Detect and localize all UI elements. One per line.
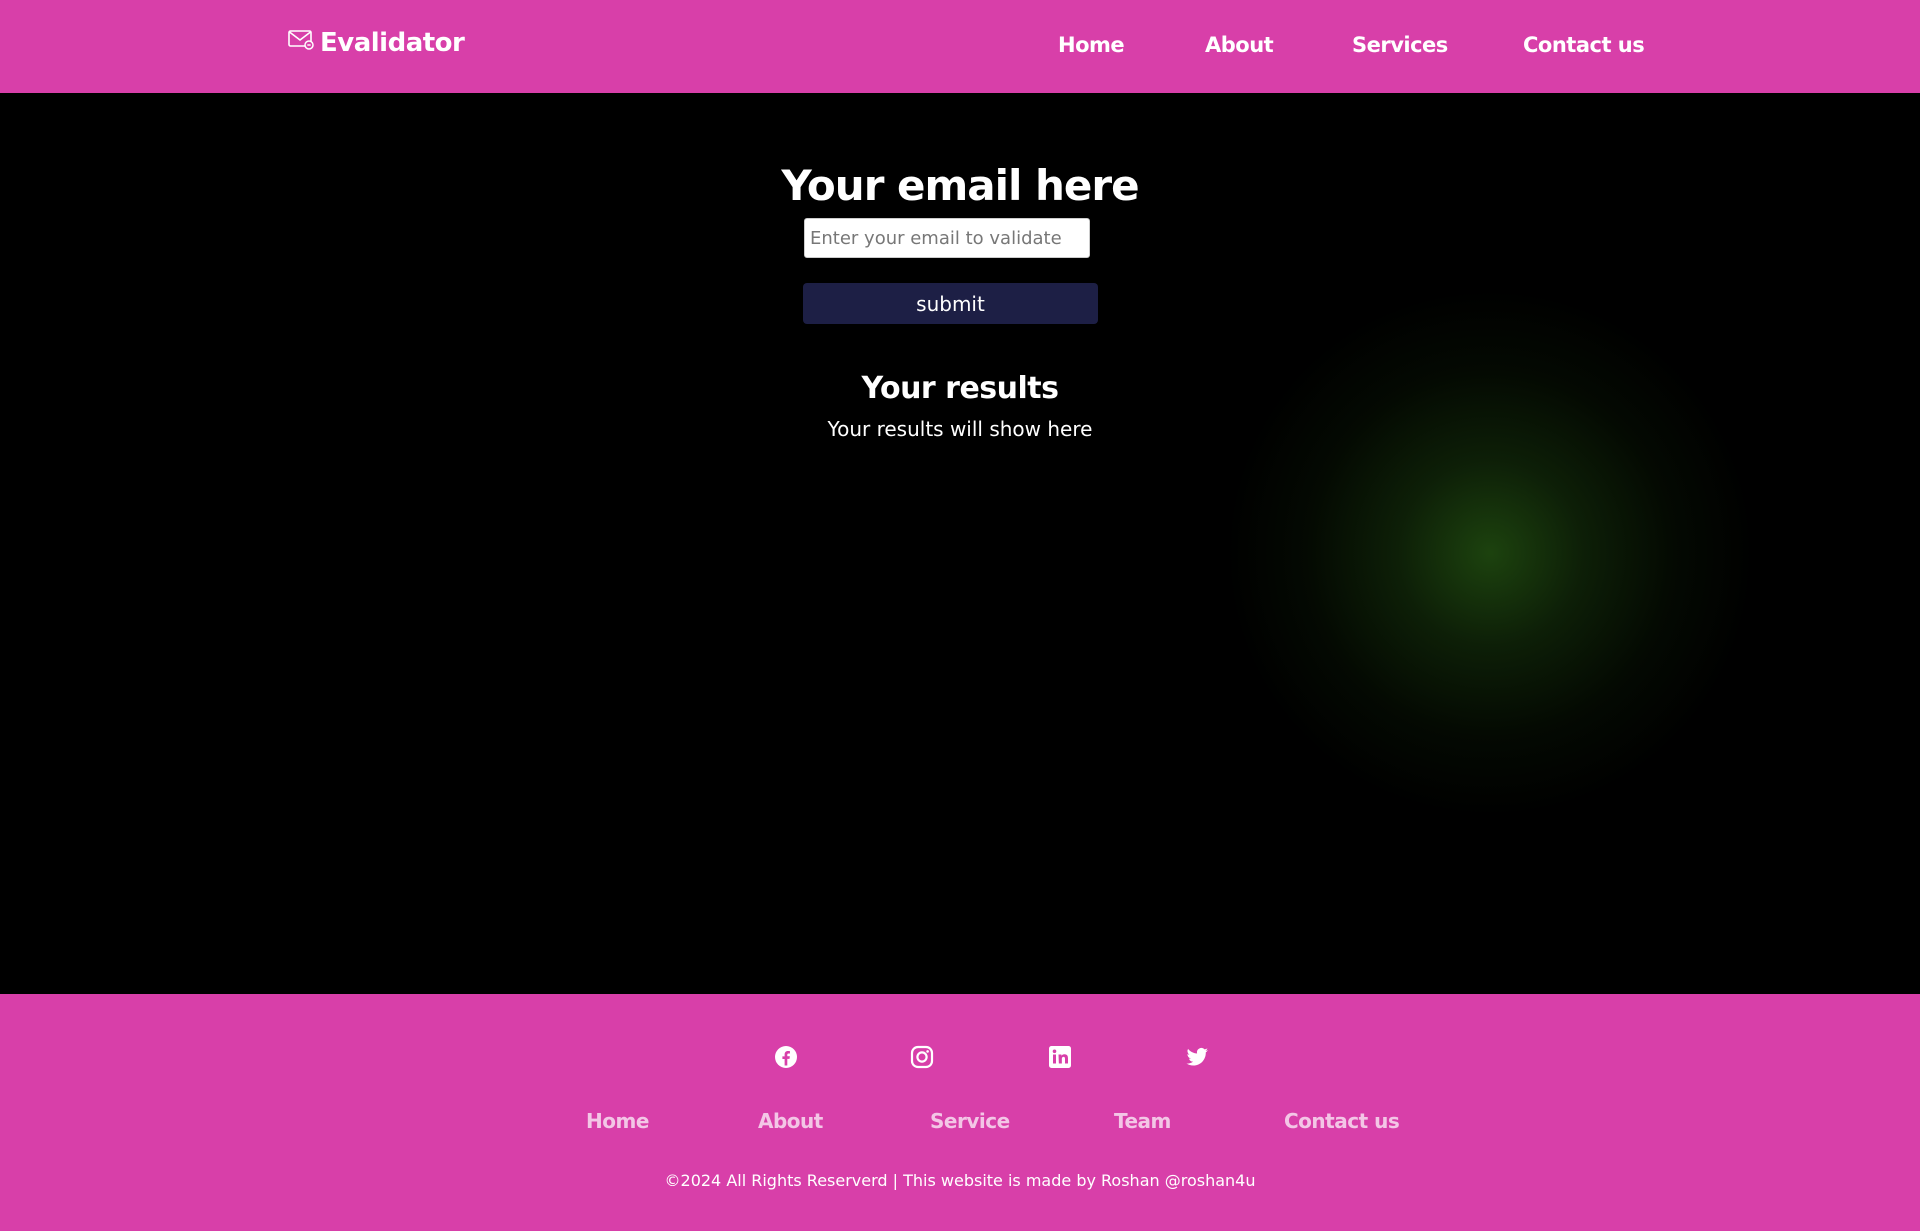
email-heading: Your email here xyxy=(781,161,1139,210)
results-heading: Your results xyxy=(861,371,1059,406)
main-content: Your email here submit Your results Your… xyxy=(0,93,1920,994)
email-input[interactable] xyxy=(804,218,1090,258)
site-footer: Home About Service Team Contact us ©2024… xyxy=(0,994,1920,1231)
linkedin-icon[interactable] xyxy=(1047,1044,1073,1070)
facebook-icon[interactable] xyxy=(773,1044,799,1070)
footer-link-about[interactable]: About xyxy=(758,1109,823,1133)
nav-services[interactable]: Services xyxy=(1352,33,1448,57)
copyright-text: ©2024 All Rights Reserverd | This websit… xyxy=(664,1171,1256,1190)
envelope-icon xyxy=(288,29,314,51)
footer-link-home[interactable]: Home xyxy=(586,1109,649,1133)
footer-link-team[interactable]: Team xyxy=(1114,1109,1171,1133)
footer-link-service[interactable]: Service xyxy=(930,1109,1010,1133)
brand[interactable]: Evalidator xyxy=(288,28,465,58)
social-links xyxy=(0,1044,1920,1074)
brand-name: Evalidator xyxy=(320,28,465,58)
twitter-icon[interactable] xyxy=(1184,1044,1210,1070)
nav-home[interactable]: Home xyxy=(1058,33,1125,57)
results-text: Your results will show here xyxy=(827,417,1093,441)
site-header: Evalidator Home About Services Contact u… xyxy=(0,0,1920,93)
nav-about[interactable]: About xyxy=(1205,33,1274,57)
footer-link-contact-us[interactable]: Contact us xyxy=(1284,1109,1400,1133)
instagram-icon[interactable] xyxy=(909,1044,935,1070)
submit-button[interactable]: submit xyxy=(803,283,1098,324)
nav-contact-us[interactable]: Contact us xyxy=(1523,33,1645,57)
